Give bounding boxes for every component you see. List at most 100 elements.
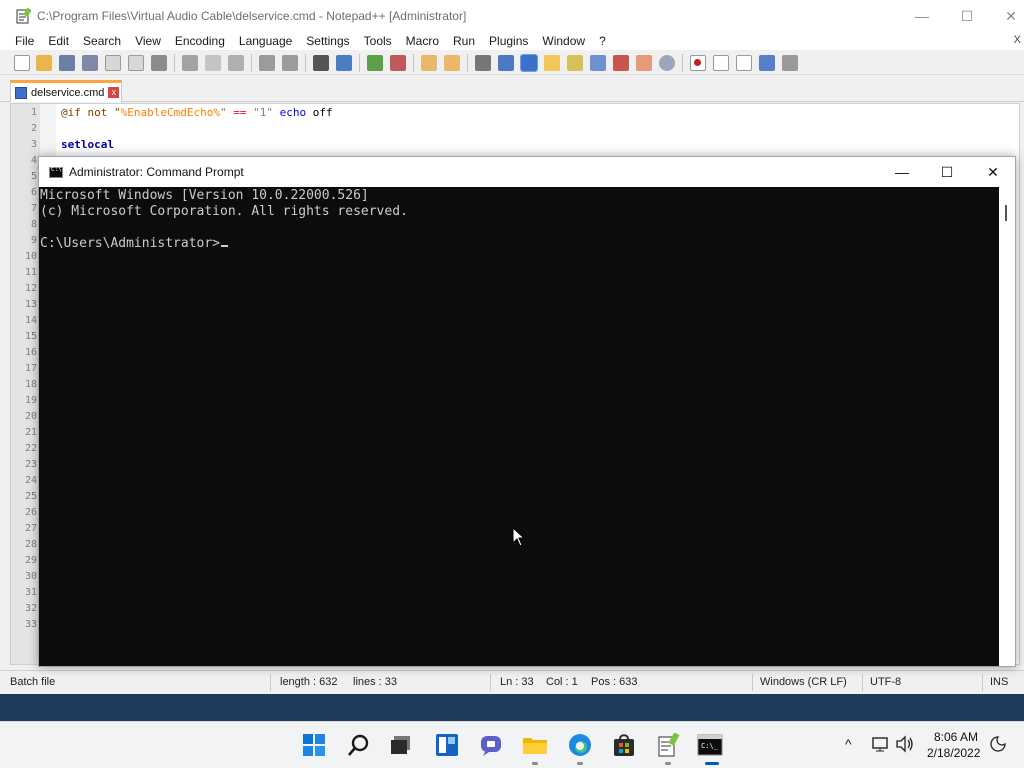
redo-icon[interactable] [282, 55, 298, 71]
menu-tools[interactable]: Tools [357, 34, 399, 48]
line-number: 9 [30, 235, 37, 246]
line-number: 29 [24, 555, 37, 566]
scrollbar-thumb[interactable] [1005, 205, 1007, 221]
menu-search[interactable]: Search [76, 34, 128, 48]
new-file-icon[interactable] [14, 55, 30, 71]
close-file-icon[interactable] [105, 55, 121, 71]
monitoring-eye-icon[interactable] [659, 55, 675, 71]
find-icon[interactable] [313, 55, 329, 71]
cmd-close-button[interactable]: ✕ [970, 157, 1016, 187]
task-view-icon[interactable] [388, 732, 414, 758]
toolbar-separator [359, 54, 360, 72]
line-number: 19 [24, 395, 37, 406]
line-number: 22 [24, 443, 37, 454]
print-icon[interactable] [151, 55, 167, 71]
record-macro-icon[interactable] [690, 55, 706, 71]
line-number: 17 [24, 363, 37, 374]
word-wrap-icon[interactable] [475, 55, 491, 71]
toolbar-separator [413, 54, 414, 72]
close-all-icon[interactable] [128, 55, 144, 71]
search-icon[interactable] [346, 732, 372, 758]
notification-icon[interactable] [989, 735, 1007, 756]
clock-date[interactable]: 2/18/2022 [927, 746, 980, 760]
line-number-gutter: 1 2 3 4 5 6 7 8 9 10 11 12 13 14 15 16 17 18 19 20 21 22 23 24 2… [11, 104, 40, 664]
save-icon[interactable] [59, 55, 75, 71]
edge-icon[interactable] [567, 732, 593, 758]
line-number: 25 [24, 491, 37, 502]
status-insert-mode: INS [990, 676, 1009, 688]
undo-icon[interactable] [259, 55, 275, 71]
document-map-icon[interactable] [567, 55, 583, 71]
zoom-out-icon[interactable] [390, 55, 406, 71]
command-prompt-icon[interactable]: C:\_ [697, 732, 723, 758]
console-prompt-line[interactable]: C:\Users\Administrator> [40, 236, 229, 251]
menu-macro[interactable]: Macro [399, 34, 446, 48]
menu-language[interactable]: Language [232, 34, 299, 48]
notepad-plus-plus-icon[interactable] [655, 732, 681, 758]
sync-vertical-icon[interactable] [421, 55, 437, 71]
active-indicator [705, 762, 719, 765]
status-divider [752, 674, 753, 691]
user-language-icon[interactable] [544, 55, 560, 71]
paste-icon[interactable] [228, 55, 244, 71]
widgets-icon[interactable] [434, 732, 460, 758]
cmd-maximize-button[interactable]: ☐ [924, 157, 970, 187]
run-macro-multiple-icon[interactable] [759, 55, 775, 71]
menu-encoding[interactable]: Encoding [168, 34, 232, 48]
notepad-tabbar: delservice.cmd x [0, 76, 1024, 102]
document-list-icon[interactable] [590, 55, 606, 71]
menu-plugins[interactable]: Plugins [482, 34, 535, 48]
line-number: 11 [24, 267, 37, 278]
line-number: 3 [30, 139, 37, 150]
volume-icon[interactable] [895, 735, 915, 756]
save-all-icon[interactable] [82, 55, 98, 71]
menu-edit[interactable]: Edit [41, 34, 76, 48]
line-number: 26 [24, 507, 37, 518]
playback-macro-icon[interactable] [736, 55, 752, 71]
status-position: Pos : 633 [591, 676, 638, 688]
close-tab-icon[interactable]: x [108, 87, 120, 98]
running-indicator [577, 762, 583, 765]
notepad-minimize-button[interactable]: — [899, 0, 945, 32]
menu-file[interactable]: File [0, 34, 41, 48]
menu-help[interactable]: ? [592, 34, 613, 48]
menu-run[interactable]: Run [446, 34, 482, 48]
save-macro-icon[interactable] [782, 55, 798, 71]
cmd-minimize-button[interactable]: — [879, 157, 925, 187]
function-list-icon[interactable] [613, 55, 629, 71]
start-icon[interactable] [301, 732, 327, 758]
notepad-maximize-button[interactable]: ☐ [944, 0, 990, 32]
copy-icon[interactable] [205, 55, 221, 71]
menu-settings[interactable]: Settings [299, 34, 356, 48]
line-number: 5 [30, 171, 37, 182]
menu-window[interactable]: Window [535, 34, 592, 48]
notepad-statusbar: Batch file length : 632 lines : 33 Ln : … [0, 670, 1024, 693]
toolbar-separator [467, 54, 468, 72]
file-explorer-icon[interactable] [522, 732, 548, 758]
tab-label: delservice.cmd [31, 86, 105, 99]
notepad-close-button[interactable]: ✕ [988, 0, 1024, 32]
notepad-titlebar[interactable]: C:\Program Files\Virtual Audio Cable\del… [0, 0, 1024, 32]
network-icon[interactable] [871, 735, 889, 756]
status-encoding[interactable]: UTF-8 [870, 671, 901, 694]
zoom-in-icon[interactable] [367, 55, 383, 71]
show-hidden-icons-chevron[interactable]: ^ [845, 736, 852, 752]
cmd-titlebar[interactable]: Administrator: Command Prompt — ☐ ✕ [39, 157, 1015, 187]
sync-horizontal-icon[interactable] [444, 55, 460, 71]
cmd-scrollbar[interactable] [999, 187, 1015, 666]
status-eol[interactable]: Windows (CR LF) [760, 671, 847, 694]
cut-icon[interactable] [182, 55, 198, 71]
stop-recording-icon[interactable] [713, 55, 729, 71]
store-icon[interactable] [611, 732, 637, 758]
tab-delservice-cmd[interactable]: delservice.cmd x [10, 80, 122, 102]
console-output[interactable]: Microsoft Windows [Version 10.0.22000.52… [39, 187, 999, 666]
clock-time[interactable]: 8:06 AM [934, 730, 978, 744]
open-file-icon[interactable] [36, 55, 52, 71]
chat-icon[interactable] [478, 732, 504, 758]
replace-icon[interactable] [336, 55, 352, 71]
close-document-button[interactable]: X [1014, 34, 1021, 46]
show-all-characters-icon[interactable] [498, 55, 514, 71]
menu-view[interactable]: View [128, 34, 168, 48]
indent-guide-icon[interactable] [520, 54, 538, 72]
folder-as-workspace-icon[interactable] [636, 55, 652, 71]
